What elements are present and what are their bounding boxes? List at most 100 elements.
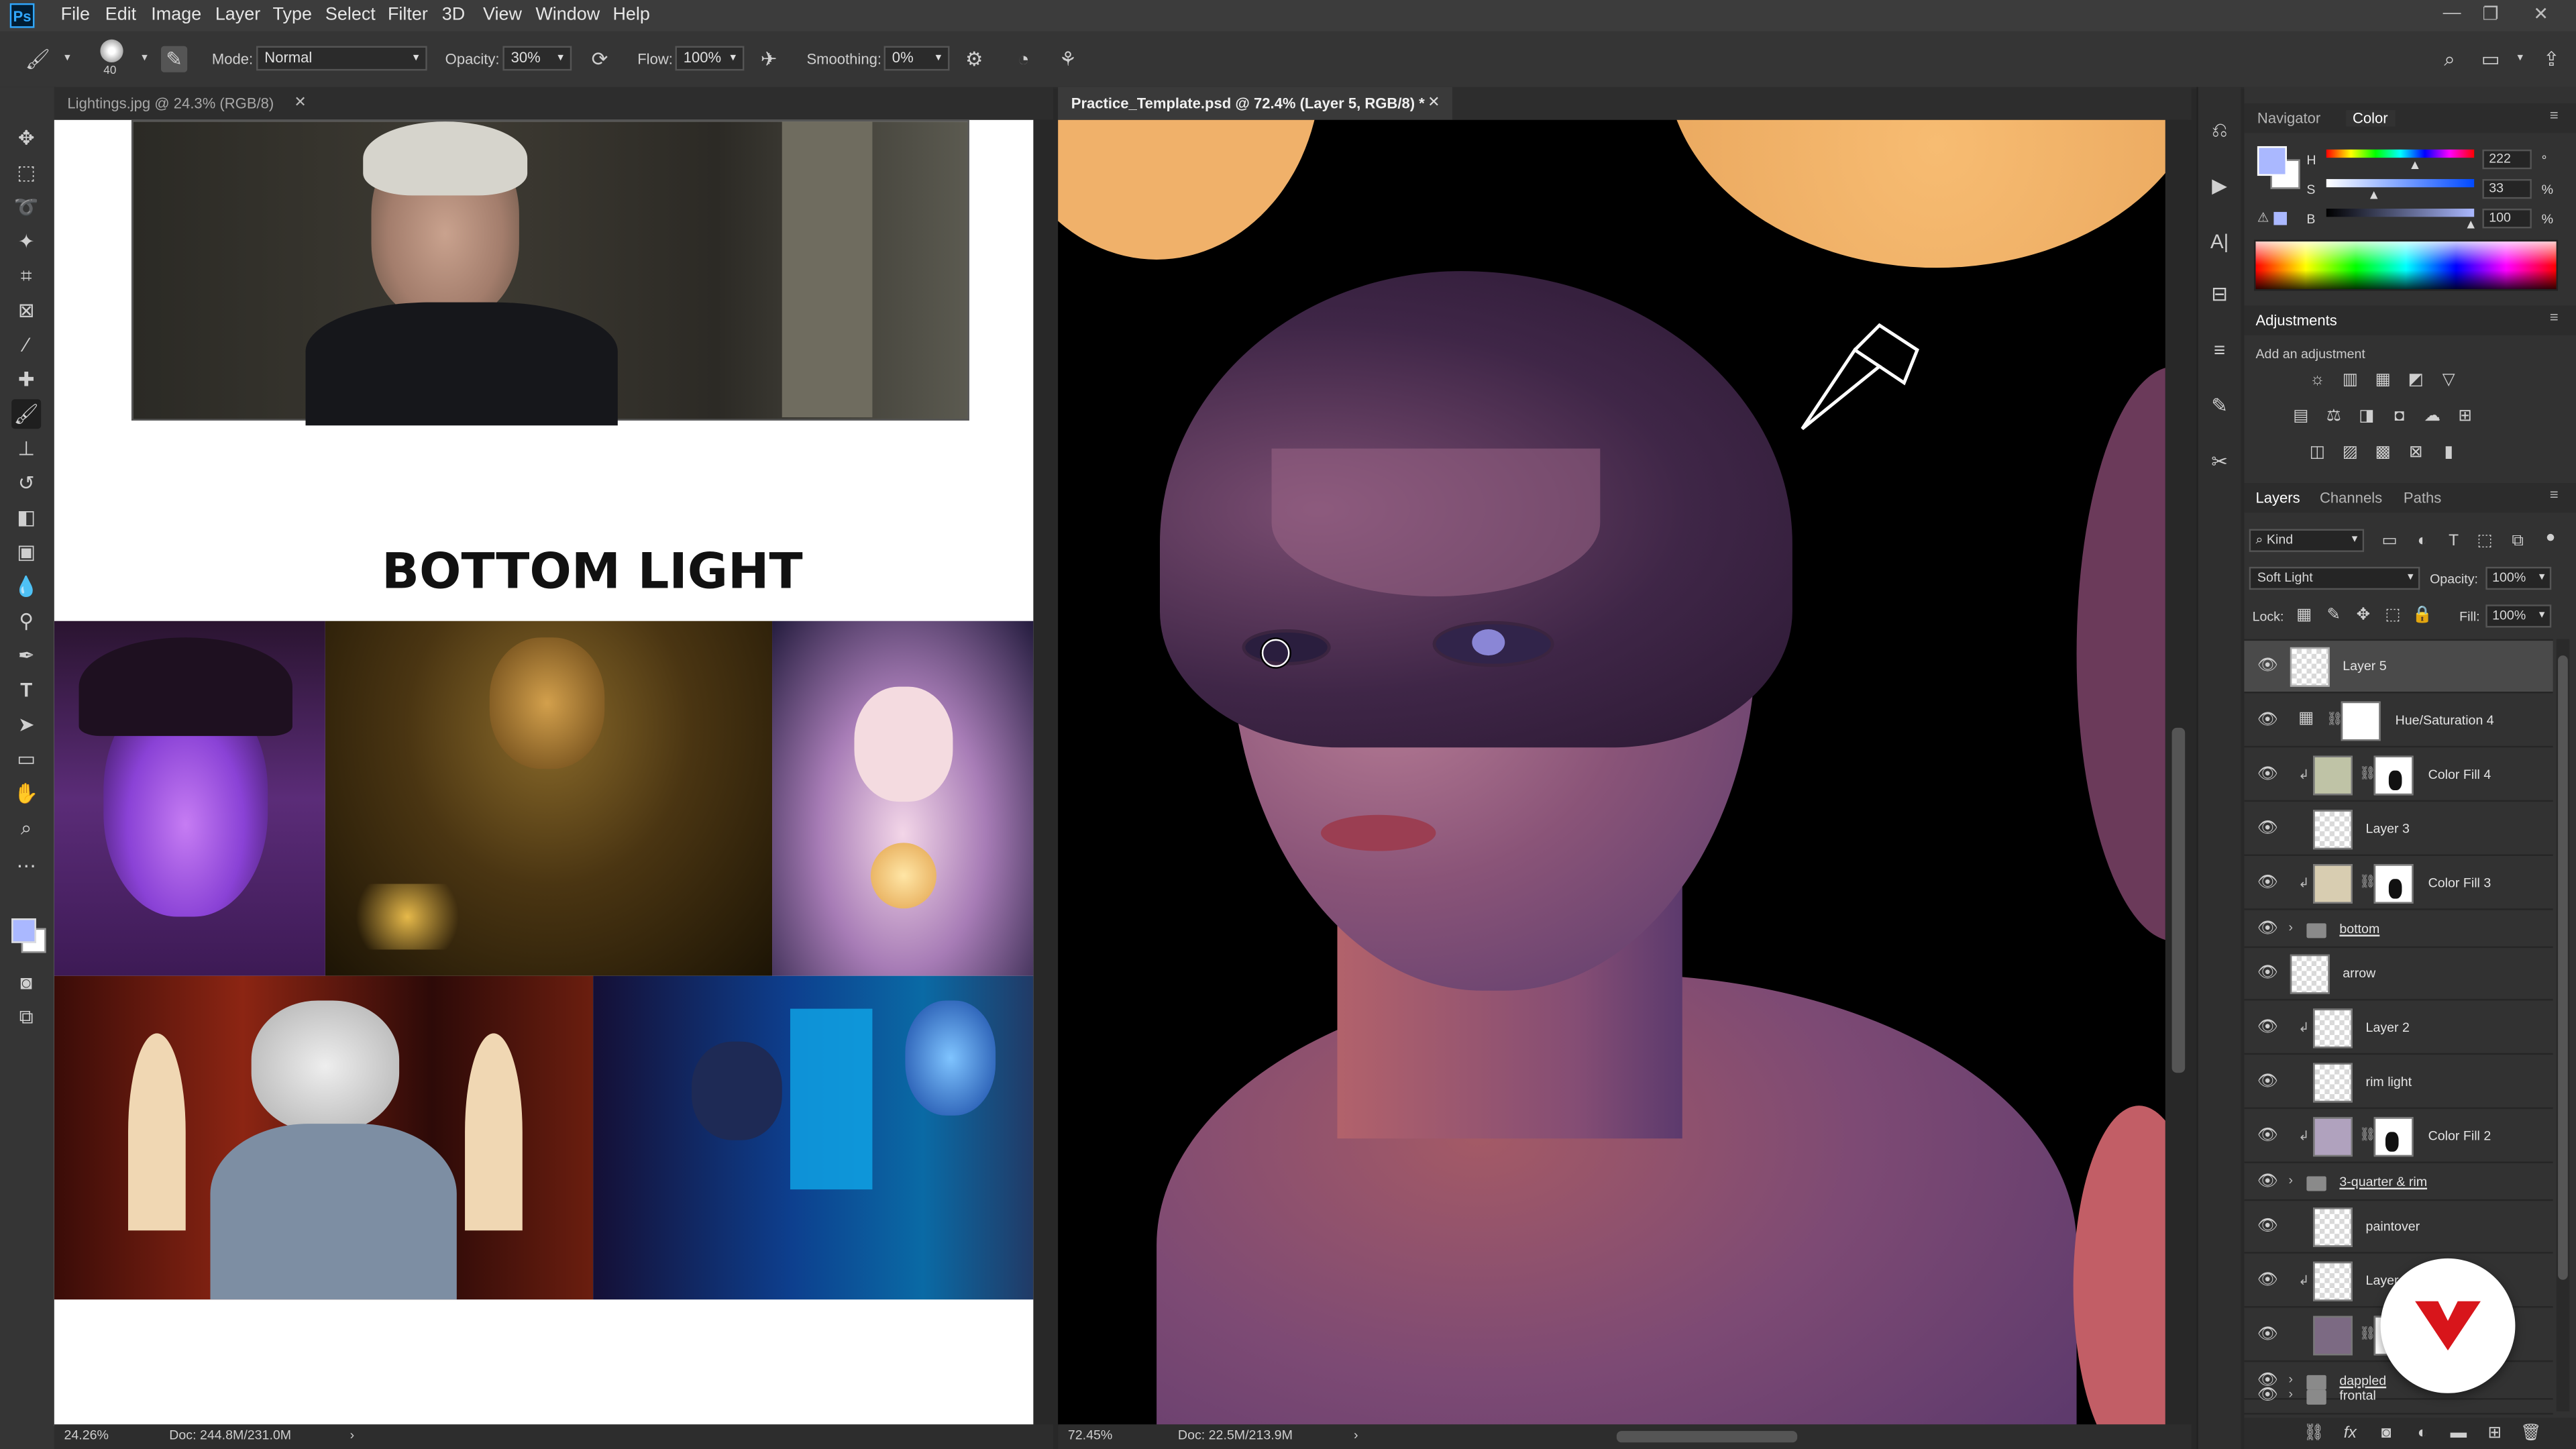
channel-mixer-icon[interactable]: ⊞: [2455, 406, 2476, 427]
tab-channels[interactable]: Channels: [2320, 490, 2382, 506]
slider-handle-icon[interactable]: ▲: [2464, 217, 2477, 231]
filter-adjustment-icon[interactable]: ◐: [2412, 531, 2433, 552]
frame-tool-icon[interactable]: ⊠: [11, 296, 41, 325]
gradient-map-icon[interactable]: ▮: [2438, 442, 2459, 464]
web-safe-swatch[interactable]: [2273, 211, 2288, 225]
chevron-right-icon[interactable]: ›: [2288, 1173, 2293, 1188]
slider-handle-icon[interactable]: ▲: [2367, 187, 2380, 202]
layer-group-row[interactable]: 👁 › bottom: [2244, 912, 2553, 949]
menu-select[interactable]: Select: [325, 5, 376, 24]
menu-layer[interactable]: Layer: [215, 5, 260, 24]
stamp-tool-icon[interactable]: ⊥: [11, 434, 41, 464]
chevron-right-icon[interactable]: ›: [2288, 1387, 2293, 1401]
curves-icon[interactable]: ▦: [2372, 370, 2394, 391]
panel-menu-icon[interactable]: ≡: [2550, 309, 2559, 325]
new-group-icon[interactable]: ▬: [2448, 1423, 2469, 1444]
layer-row[interactable]: 👁 paintover: [2244, 1201, 2553, 1254]
marquee-tool-icon[interactable]: ⬚: [11, 158, 41, 187]
eye-icon[interactable]: 👁: [2257, 1073, 2278, 1092]
character-icon[interactable]: A|: [2206, 228, 2233, 254]
zoom-tool-icon[interactable]: ⌕: [11, 813, 41, 843]
opacity-input[interactable]: 30% ▾: [502, 46, 572, 71]
photo-filter-icon[interactable]: ☁: [2422, 406, 2443, 427]
share-icon[interactable]: ⇪: [2538, 46, 2565, 72]
dodge-tool-icon[interactable]: ⚲: [11, 606, 41, 636]
history-icon[interactable]: ⎌: [2206, 117, 2233, 143]
eye-icon[interactable]: 👁: [2257, 965, 2278, 984]
menu-image[interactable]: Image: [151, 5, 201, 24]
chevron-down-icon[interactable]: ▾: [131, 46, 158, 72]
mode-select[interactable]: Normal ▾: [256, 46, 427, 71]
chevron-down-icon[interactable]: ▾: [2507, 46, 2533, 72]
path-selection-tool-icon[interactable]: ➤: [11, 710, 41, 739]
lock-transparency-icon[interactable]: ▦: [2294, 604, 2315, 626]
lock-all-icon[interactable]: 🔒: [2412, 604, 2433, 626]
magic-wand-tool-icon[interactable]: ✦: [11, 227, 41, 256]
type-tool-icon[interactable]: T: [11, 676, 41, 705]
menu-window[interactable]: Window: [535, 5, 600, 24]
layer-row[interactable]: 👁 ↲ ⛓ Color Fill 2: [2244, 1111, 2553, 1163]
foreground-color-swatch[interactable]: [11, 918, 36, 943]
pressure-size-icon[interactable]: ◔: [1010, 46, 1036, 72]
layer-group-row[interactable]: 👁 › 3-quarter & rim: [2244, 1165, 2553, 1201]
chevron-right-icon[interactable]: ›: [1354, 1424, 1358, 1447]
restore-icon[interactable]: ❐: [2482, 3, 2498, 25]
more-tools-icon[interactable]: ⋯: [11, 851, 41, 881]
scrollbar-thumb[interactable]: [2171, 727, 2186, 1073]
color-spectrum[interactable]: [2254, 239, 2559, 291]
eye-icon[interactable]: 👁: [2257, 1127, 2278, 1146]
right-zoom-level[interactable]: 72.45%: [1068, 1424, 1112, 1447]
filter-pixel-icon[interactable]: ▭: [2379, 531, 2400, 552]
brush-preset-icon[interactable]: [100, 39, 123, 63]
tab-color[interactable]: Color: [2346, 110, 2395, 127]
pen-tool-icon[interactable]: ✒: [11, 641, 41, 670]
hue-saturation-icon[interactable]: ⚖: [2323, 406, 2345, 427]
fx-icon[interactable]: fx: [2339, 1423, 2361, 1444]
search-icon[interactable]: ⌕: [2436, 46, 2463, 72]
eye-icon[interactable]: 👁: [2257, 1272, 2278, 1291]
blur-tool-icon[interactable]: 💧: [11, 572, 41, 601]
color-balance-icon[interactable]: ◨: [2356, 406, 2377, 427]
layer-row[interactable]: 👁 Layer 3: [2244, 804, 2553, 856]
lock-position-icon[interactable]: ✥: [2353, 604, 2374, 626]
layer-opacity-input[interactable]: 100% ▾: [2485, 566, 2552, 590]
invert-icon[interactable]: ◫: [2306, 442, 2328, 464]
threshold-icon[interactable]: ▩: [2372, 442, 2394, 464]
eye-icon[interactable]: 👁: [2257, 1018, 2278, 1038]
eye-icon[interactable]: 👁: [2257, 1173, 2278, 1193]
filter-type-icon[interactable]: T: [2443, 531, 2465, 552]
gradient-tool-icon[interactable]: ▣: [11, 537, 41, 567]
filter-toggle-icon[interactable]: ●: [2540, 527, 2561, 549]
vibrance-icon[interactable]: ▤: [2290, 406, 2312, 427]
tab-adjustments[interactable]: Adjustments: [2255, 312, 2337, 328]
chevron-right-icon[interactable]: ›: [2288, 920, 2293, 934]
chevron-down-icon[interactable]: ▾: [54, 46, 80, 72]
eye-icon[interactable]: 👁: [2257, 820, 2278, 839]
eraser-tool-icon[interactable]: ◧: [11, 502, 41, 532]
eye-icon[interactable]: 👁: [2257, 1326, 2278, 1345]
right-doc-scrollbar[interactable]: [2168, 119, 2189, 1426]
menu-view[interactable]: View: [483, 5, 522, 24]
smoothing-input[interactable]: 0% ▾: [883, 46, 950, 71]
layer-row[interactable]: 👁 ▦ ⛓ Hue/Saturation 4: [2244, 695, 2553, 748]
lock-pixels-icon[interactable]: ✎: [2323, 604, 2345, 626]
layer-row[interactable]: 👁 ↲ ⛓ Color Fill 3: [2244, 857, 2553, 910]
exposure-icon[interactable]: ◩: [2405, 370, 2426, 391]
add-mask-icon[interactable]: ◙: [2375, 1423, 2397, 1444]
scrollbar-thumb[interactable]: [2558, 655, 2568, 1280]
rectangle-tool-icon[interactable]: ▭: [11, 744, 41, 773]
crop-tool-icon[interactable]: ⌗: [11, 261, 41, 290]
tool-presets-icon[interactable]: ✂: [2206, 449, 2233, 475]
link-layers-icon[interactable]: ⛓: [2303, 1423, 2324, 1444]
eye-icon[interactable]: 👁: [2257, 765, 2278, 785]
color-foreground-swatch[interactable]: [2257, 146, 2288, 176]
left-doc-scrollbar[interactable]: [1033, 119, 1053, 1426]
horizontal-scrollbar-thumb[interactable]: [1616, 1431, 1798, 1443]
blend-mode-select[interactable]: Soft Light ▾: [2249, 566, 2420, 590]
brush-settings-icon[interactable]: ≡: [2206, 337, 2233, 363]
tab-paths[interactable]: Paths: [2404, 490, 2441, 506]
panel-menu-icon[interactable]: ≡: [2550, 486, 2559, 502]
actions-play-icon[interactable]: ▶: [2206, 172, 2233, 199]
healing-brush-tool-icon[interactable]: ✚: [11, 365, 41, 394]
brushes-icon[interactable]: ✎: [2206, 392, 2233, 419]
